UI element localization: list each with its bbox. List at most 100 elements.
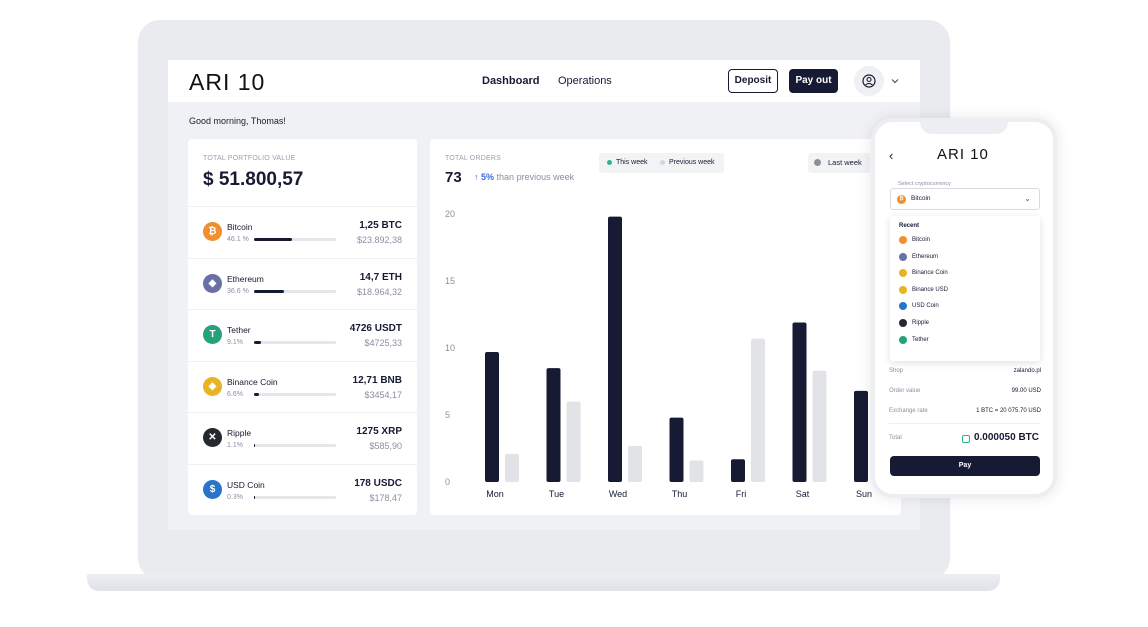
bar-previous-week[interactable] (812, 370, 827, 482)
x-tick-label: Sat (796, 489, 810, 499)
recent-crypto-item[interactable]: Ripple (899, 319, 1039, 331)
portfolio-label: TOTAL PORTFOLIO VALUE (203, 155, 296, 162)
pay-button[interactable]: Pay (890, 456, 1040, 476)
user-avatar[interactable] (854, 66, 884, 96)
asset-usd-value: $3454,17 (364, 389, 402, 400)
divider (889, 423, 1041, 424)
user-icon (862, 74, 876, 88)
recent-crypto-name: USD Coin (912, 303, 939, 310)
recent-crypto-item[interactable]: Bitcoin (899, 236, 1039, 248)
asset-row[interactable]: T Tether 9.1% 4726 USDT $4725,33 (188, 309, 417, 361)
exchange-rate-value: 1 BTC = 20 075.70 USD (976, 408, 1041, 414)
y-tick-label: 15 (445, 276, 455, 286)
phone-mockup: ‹ ARI 10 Select cryptocurrency ₿ Bitcoin… (871, 118, 1057, 498)
bitcoin-icon: ₿ (203, 222, 222, 241)
crypto-icon (899, 302, 907, 311)
crypto-icon (899, 252, 907, 261)
asset-amount: 1275 XRP (356, 426, 402, 438)
total-label: Total (889, 435, 902, 441)
asset-share: 9.1% (227, 339, 243, 347)
asset-share: 36.6 % (227, 287, 249, 295)
x-tick-label: Thu (672, 489, 688, 499)
copy-icon[interactable] (962, 435, 970, 443)
chevron-down-icon[interactable] (890, 76, 900, 86)
recent-crypto-item[interactable]: Ethereum (899, 252, 1039, 265)
asset-name: Binance Coin (227, 376, 278, 387)
nav-operations[interactable]: Operations (558, 75, 612, 87)
asset-share-bar (254, 289, 336, 293)
crypto-icon (899, 335, 907, 344)
asset-share: 6.6% (227, 390, 243, 398)
asset-usd-value: $23.892,38 (356, 235, 402, 245)
bar-previous-week[interactable] (628, 445, 642, 482)
ripple-icon: ✕ (203, 428, 222, 448)
payout-button[interactable]: Pay out (789, 69, 838, 93)
shop-label: Shop (889, 368, 904, 374)
ethereum-icon: ◆ (203, 273, 222, 293)
bar-this-week[interactable] (546, 368, 561, 482)
asset-share-fill (254, 496, 256, 499)
x-tick-label: Mon (486, 489, 504, 499)
asset-row[interactable]: ◈ Binance Coin 6.6% 12,71 BNB $3454,17 (188, 360, 417, 413)
deposit-button[interactable]: Deposit (728, 69, 778, 93)
order-value-label: Order value (889, 388, 921, 394)
asset-name: Tether (227, 325, 251, 336)
crypto-select[interactable]: ₿ Bitcoin ⌄ (890, 188, 1040, 210)
bar-previous-week[interactable] (751, 338, 765, 482)
asset-amount: 1,25 BTC (359, 220, 402, 231)
bar-this-week[interactable] (608, 216, 622, 482)
recent-crypto-item[interactable]: Binance USD (899, 285, 1039, 298)
bar-this-week[interactable] (854, 390, 868, 482)
asset-name: USD Coin (227, 480, 265, 490)
shop-row: Shop zalando.pl (889, 368, 1041, 374)
x-tick-label: Fri (736, 489, 747, 499)
recent-crypto-item[interactable]: Tether (899, 335, 1039, 348)
nav-dashboard[interactable]: Dashboard (482, 75, 539, 87)
y-tick-label: 0 (445, 477, 450, 487)
shop-value: zalando.pl (1013, 368, 1041, 374)
asset-share-fill (254, 341, 262, 345)
asset-row[interactable]: ✕ Ripple 1.1% 1275 XRP $585,90 (188, 412, 417, 464)
asset-row[interactable]: $ USD Coin 0.3% 178 USDC $178,47 (188, 464, 417, 516)
asset-amount: 4726 USDT (349, 323, 402, 335)
bar-previous-week[interactable] (689, 460, 704, 482)
recent-crypto-item[interactable]: Binance Coin (899, 269, 1039, 281)
asset-row[interactable]: ◆ Ethereum 36.6 % 14,7 ETH $18.964,32 (188, 257, 417, 310)
crypto-icon (899, 236, 907, 244)
y-tick-label: 20 (445, 209, 455, 219)
recent-crypto-name: Binance Coin (912, 270, 948, 277)
dashboard-screen: ARI 10 Dashboard Operations Deposit Pay … (168, 60, 920, 530)
y-tick-label: 10 (445, 343, 455, 353)
asset-share-bar (254, 238, 336, 241)
x-tick-label: Sun (856, 489, 872, 499)
top-navigation-bar: ARI 10 Dashboard Operations Deposit Pay … (168, 60, 920, 102)
asset-share-bar (254, 341, 336, 345)
bar-this-week[interactable] (792, 322, 807, 482)
asset-share: 0.3% (227, 494, 243, 501)
bar-this-week[interactable] (485, 352, 499, 482)
selected-crypto: Bitcoin (911, 195, 931, 202)
asset-amount: 14,7 ETH (359, 271, 402, 283)
bar-previous-week[interactable] (505, 453, 519, 482)
portfolio-card: TOTAL PORTFOLIO VALUE $ 51.800,57 ₿ Bitc… (188, 139, 417, 515)
greeting-text: Good morning, Thomas! (189, 116, 286, 126)
asset-share-bar (254, 392, 336, 396)
asset-share-bar (254, 444, 336, 448)
asset-usd-value: $585,90 (369, 441, 402, 452)
asset-name: Ripple (227, 428, 252, 439)
tether-icon: T (203, 325, 222, 345)
bar-this-week[interactable] (669, 417, 684, 482)
bar-this-week[interactable] (731, 459, 745, 482)
laptop-base (87, 574, 1000, 591)
crypto-icon (899, 269, 907, 278)
crypto-icon (899, 319, 907, 327)
recent-crypto-name: Binance USD (912, 286, 949, 293)
chevron-down-icon: ⌄ (1024, 194, 1031, 203)
recent-crypto-name: Tether (912, 336, 929, 343)
x-tick-label: Tue (549, 489, 564, 499)
crypto-icon (899, 285, 907, 294)
back-arrow-icon[interactable]: ‹ (889, 148, 893, 163)
bar-previous-week[interactable] (566, 401, 581, 482)
recent-crypto-item[interactable]: USD Coin (899, 302, 1039, 314)
asset-row[interactable]: ₿ Bitcoin 46.1 % 1,25 BTC $23.892,38 (188, 206, 417, 258)
